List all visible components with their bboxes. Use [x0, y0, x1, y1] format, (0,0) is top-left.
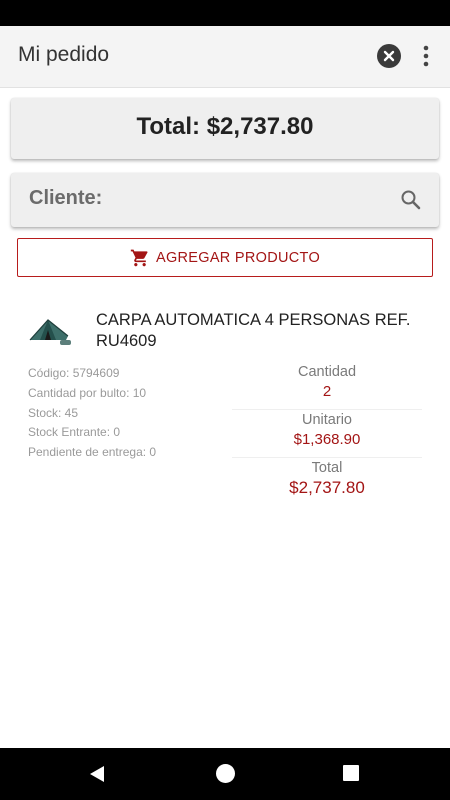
navigation-bar — [0, 748, 450, 800]
product-units-per-pack: Cantidad por bulto: 10 — [28, 385, 147, 400]
close-circle-icon[interactable] — [377, 44, 401, 68]
recent-apps-icon[interactable] — [343, 765, 359, 781]
quantity-label: Cantidad — [297, 364, 357, 380]
client-search-field[interactable]: Cliente: — [11, 173, 439, 227]
unit-price-value: $1,368.90 — [293, 431, 361, 448]
product-stock: Stock: 45 — [28, 405, 79, 420]
page-title: Mi pedido — [18, 43, 110, 66]
product-values: Cantidad 2 Unitario $1,368.90 Total $2,7… — [232, 362, 422, 506]
unit-price-label: Unitario — [302, 412, 352, 428]
product-pending-delivery: Pendiente de entrega: 0 — [28, 445, 157, 460]
order-total: Total: $2,737.80 — [136, 113, 314, 140]
product-details: Código: 5794609 Cantidad por bulto: 10 S… — [28, 364, 228, 463]
back-icon[interactable] — [88, 765, 106, 788]
app-bar: Mi pedido — [0, 26, 450, 88]
cart-icon — [130, 248, 150, 268]
add-product-label: AGREGAR PRODUCTO — [155, 249, 321, 266]
client-label: Cliente: — [29, 187, 103, 209]
quantity-value: 2 — [322, 383, 332, 400]
product-incoming-stock: Stock Entrante: 0 — [28, 425, 121, 440]
line-total-value: $2,737.80 — [289, 478, 365, 497]
product-name: CARPA AUTOMATICA 4 PERSONAS REF. RU4609 — [96, 311, 411, 350]
search-icon[interactable] — [399, 188, 423, 212]
quantity-block[interactable]: Cantidad 2 — [232, 362, 422, 410]
product-code: Código: 5794609 — [28, 366, 120, 380]
more-vert-icon[interactable] — [414, 42, 438, 70]
total-card: Total: $2,737.80 — [11, 98, 439, 159]
status-bar — [0, 0, 450, 26]
home-icon[interactable] — [216, 764, 235, 783]
add-product-button[interactable]: AGREGAR PRODUCTO — [17, 238, 433, 277]
product-image — [26, 310, 74, 350]
line-total-block: Total $2,737.80 — [232, 458, 422, 506]
unit-price-block: Unitario $1,368.90 — [232, 410, 422, 458]
line-total-label: Total — [311, 460, 343, 476]
